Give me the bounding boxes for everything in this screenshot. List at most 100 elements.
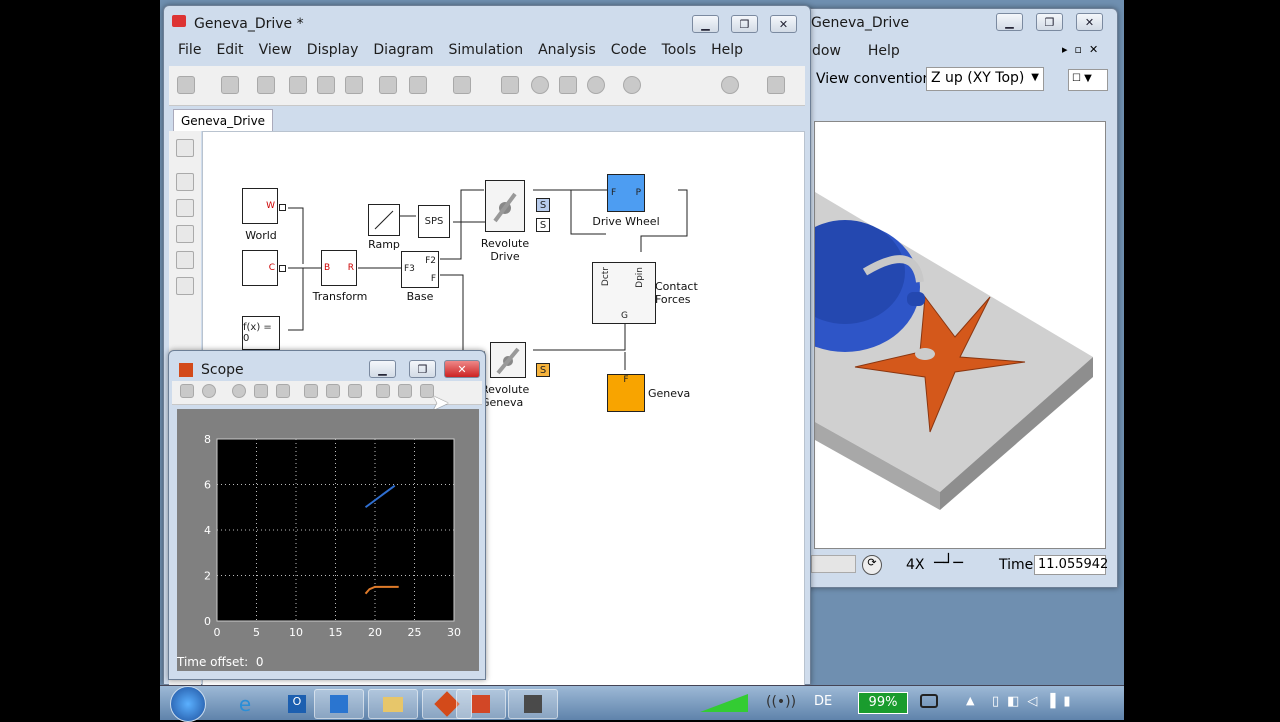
maximize-button[interactable]: ❐	[731, 15, 758, 33]
drive-wheel-block[interactable]: FP	[607, 174, 645, 212]
sps-block[interactable]: SPS	[418, 205, 450, 238]
stop-icon[interactable]	[587, 76, 605, 94]
ie-taskbar-icon[interactable]: e	[220, 689, 270, 719]
menu-edit[interactable]: Edit	[216, 42, 243, 58]
menu-view[interactable]: View	[259, 42, 292, 58]
base-block[interactable]: F2 F3 F	[401, 251, 439, 288]
sensor-s2[interactable]: S	[536, 218, 550, 232]
window-title: Geneva_Drive	[811, 15, 910, 31]
view-convention-select[interactable]: Z up (XY Top) ▼	[926, 67, 1044, 91]
time-value: 11.055942	[1034, 555, 1108, 575]
menu-simulation[interactable]: Simulation	[449, 42, 524, 58]
start-button[interactable]	[170, 686, 206, 722]
time-slider[interactable]	[811, 555, 856, 573]
revolute-drive-block[interactable]	[485, 180, 525, 232]
minimize-button[interactable]: ▁	[996, 13, 1023, 31]
plot-background	[216, 438, 455, 622]
powerpoint-taskbar-icon[interactable]	[456, 689, 506, 719]
mechanics-explorer-window: Geneva_Drive ▁ ❐ ✕ dow Help ▸ ▫ ✕ View c…	[805, 8, 1118, 588]
annotation-icon[interactable]	[176, 251, 194, 269]
y-tick-label: 8	[204, 433, 211, 446]
world-port	[279, 204, 286, 211]
scope-title: Scope	[201, 362, 244, 378]
minimize-button[interactable]: ▁	[692, 15, 719, 33]
sensor-s3[interactable]: S	[536, 363, 550, 377]
ramp-block[interactable]	[368, 204, 400, 236]
zoom-x-icon[interactable]	[254, 384, 268, 398]
battery-indicator[interactable]: 99%	[858, 692, 908, 714]
save-icon[interactable]	[221, 76, 239, 94]
tray-icons: ▯◧◁▐▮	[992, 694, 1079, 709]
close-button[interactable]: ✕	[1076, 13, 1103, 31]
menu-window[interactable]: dow	[812, 43, 841, 59]
dctr-port-label: Dctr	[601, 267, 611, 287]
solver-config-block[interactable]: C	[242, 250, 278, 286]
maximize-button[interactable]: ❐	[409, 360, 436, 378]
close-button[interactable]: ✕	[444, 360, 480, 378]
print-icon[interactable]	[180, 384, 194, 398]
contact-forces-block[interactable]: Dctr Dpin G	[592, 262, 656, 324]
r-port-label: R	[347, 263, 354, 273]
up-icon[interactable]	[345, 76, 363, 94]
step-back-icon[interactable]	[501, 76, 519, 94]
zoom-in-icon[interactable]	[232, 384, 246, 398]
new-model-icon[interactable]	[177, 76, 195, 94]
pause-icon[interactable]	[531, 76, 549, 94]
record-icon[interactable]	[623, 76, 641, 94]
check-icon[interactable]	[721, 76, 739, 94]
lync-taskbar-icon[interactable]	[314, 689, 364, 719]
fx-block[interactable]: f(x) = 0	[242, 316, 280, 350]
parameters-gear-icon[interactable]	[202, 384, 216, 398]
zoom-icon[interactable]	[176, 173, 194, 191]
image-icon[interactable]	[176, 277, 194, 295]
forward-icon[interactable]	[317, 76, 335, 94]
autoscale-icon[interactable]	[304, 384, 318, 398]
restore-axes-icon[interactable]	[348, 384, 362, 398]
menu-tools[interactable]: Tools	[662, 42, 697, 58]
menu-display[interactable]: Display	[307, 42, 359, 58]
f-port-label: F	[430, 274, 436, 284]
zoom-y-icon[interactable]	[276, 384, 290, 398]
step-forward-icon[interactable]	[559, 76, 577, 94]
lock-icon[interactable]	[398, 384, 412, 398]
replay-icon[interactable]: ⟳	[862, 555, 882, 575]
revolute-geneva-block[interactable]	[490, 342, 526, 378]
time-offset-label: Time offset: 0	[177, 655, 263, 669]
menu-help[interactable]: Help	[868, 43, 900, 59]
fit-view-icon[interactable]	[176, 199, 194, 217]
view-box-select[interactable]: ☐ ▼	[1068, 69, 1108, 91]
minimize-button[interactable]: ▁	[369, 360, 396, 378]
3d-view[interactable]	[814, 121, 1106, 549]
settings-gear-icon[interactable]	[409, 76, 427, 94]
geneva-block[interactable]: F	[607, 374, 645, 412]
library-icon[interactable]	[379, 76, 397, 94]
maximize-button[interactable]: ❐	[1036, 13, 1063, 31]
back-icon[interactable]	[289, 76, 307, 94]
explorer-taskbar-icon[interactable]	[368, 689, 418, 719]
hide-explorer-icon[interactable]	[176, 139, 194, 157]
close-button[interactable]: ✕	[770, 15, 797, 33]
menu-help[interactable]: Help	[711, 42, 743, 58]
show-hidden-icons[interactable]: ▲	[966, 694, 974, 707]
menu-diagram[interactable]: Diagram	[373, 42, 433, 58]
time-label: Time	[999, 557, 1034, 573]
tab-geneva-drive[interactable]: Geneva_Drive	[173, 109, 273, 131]
transform-block[interactable]: BR	[321, 250, 357, 286]
float-icon[interactable]	[376, 384, 390, 398]
window-title: Geneva_Drive *	[194, 16, 304, 32]
language-indicator[interactable]: DE	[814, 694, 832, 709]
print-icon[interactable]	[257, 76, 275, 94]
taskbar: e O ((•)) DE 99% ▲ ▯◧◁▐▮	[160, 685, 1124, 722]
grid-icon[interactable]	[767, 76, 785, 94]
simscape-taskbar-icon[interactable]	[508, 689, 558, 719]
menu-code[interactable]: Code	[611, 42, 647, 58]
arrow-icon[interactable]	[176, 225, 194, 243]
save-axes-icon[interactable]	[326, 384, 340, 398]
menu-analysis[interactable]: Analysis	[538, 42, 596, 58]
world-block[interactable]: W	[242, 188, 278, 224]
sensor-s1[interactable]: S	[536, 198, 550, 212]
explorer-icon[interactable]	[453, 76, 471, 94]
step-icon[interactable]: ─┘─	[934, 553, 963, 572]
x-tick-label: 20	[368, 626, 382, 639]
menu-file[interactable]: File	[178, 42, 201, 58]
